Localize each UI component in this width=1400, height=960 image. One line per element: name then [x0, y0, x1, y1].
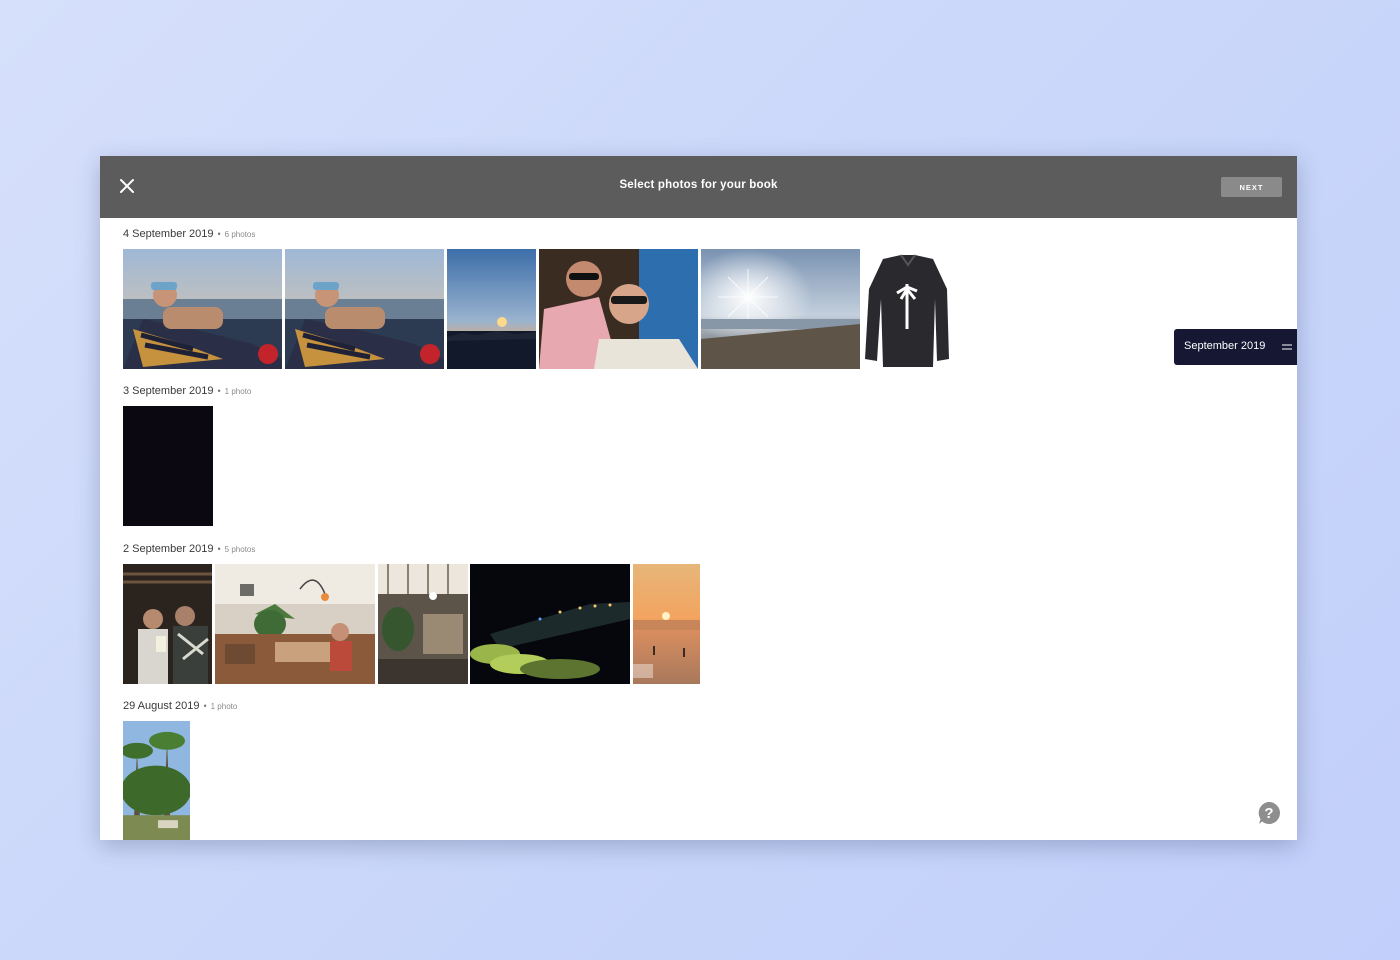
next-button[interactable]: NEXT [1221, 177, 1282, 197]
photo-thumbnail[interactable] [701, 249, 860, 369]
group-count: 1 photo [210, 702, 238, 711]
photo-thumbnail[interactable] [863, 249, 952, 369]
month-scrubber-label: September 2019 [1184, 340, 1266, 352]
group-count: 1 photo [224, 387, 252, 396]
photo-thumbnail[interactable] [123, 721, 190, 840]
photo-thumbnail[interactable] [633, 564, 700, 684]
separator: • [217, 229, 221, 239]
group-date: 2 September 2019 [123, 543, 214, 555]
group-count: 5 photos [224, 545, 256, 554]
month-scrubber[interactable]: September 2019 [1174, 329, 1297, 365]
date-group-header: 2 September 2019 • 5 photos [123, 543, 255, 555]
photo-thumbnail[interactable] [539, 249, 698, 369]
group-count: 6 photos [224, 230, 256, 239]
help-button[interactable]: ? [1257, 801, 1281, 825]
photo-thumbnail[interactable] [447, 249, 536, 369]
photo-thumbnail[interactable] [378, 564, 468, 684]
photo-thumbnail[interactable] [123, 406, 213, 526]
photo-thumbnail[interactable] [285, 249, 444, 369]
group-date: 29 August 2019 [123, 700, 200, 712]
separator: • [217, 386, 221, 396]
photo-picker-window: Select photos for your book NEXT 4 Septe… [100, 156, 1297, 840]
date-group-header: 29 August 2019 • 1 photo [123, 700, 237, 712]
photo-thumbnail[interactable] [470, 564, 630, 684]
photo-thumbnail[interactable] [123, 564, 212, 684]
help-glyph: ? [1264, 805, 1273, 822]
photo-thumbnail[interactable] [215, 564, 375, 684]
photo-thumbnail[interactable] [123, 249, 282, 369]
date-group-header: 3 September 2019 • 1 photo [123, 385, 251, 397]
group-date: 3 September 2019 [123, 385, 214, 397]
photo-list: 4 September 2019 • 6 photos 3 September … [100, 218, 1297, 840]
group-date: 4 September 2019 [123, 228, 214, 240]
top-bar: Select photos for your book NEXT [100, 156, 1297, 218]
separator: • [203, 701, 207, 711]
page-title: Select photos for your book [619, 179, 778, 191]
help-icon: ? [1258, 802, 1280, 824]
menu-lines-icon [1282, 344, 1292, 350]
date-group-header: 4 September 2019 • 6 photos [123, 228, 255, 240]
separator: • [217, 544, 221, 554]
